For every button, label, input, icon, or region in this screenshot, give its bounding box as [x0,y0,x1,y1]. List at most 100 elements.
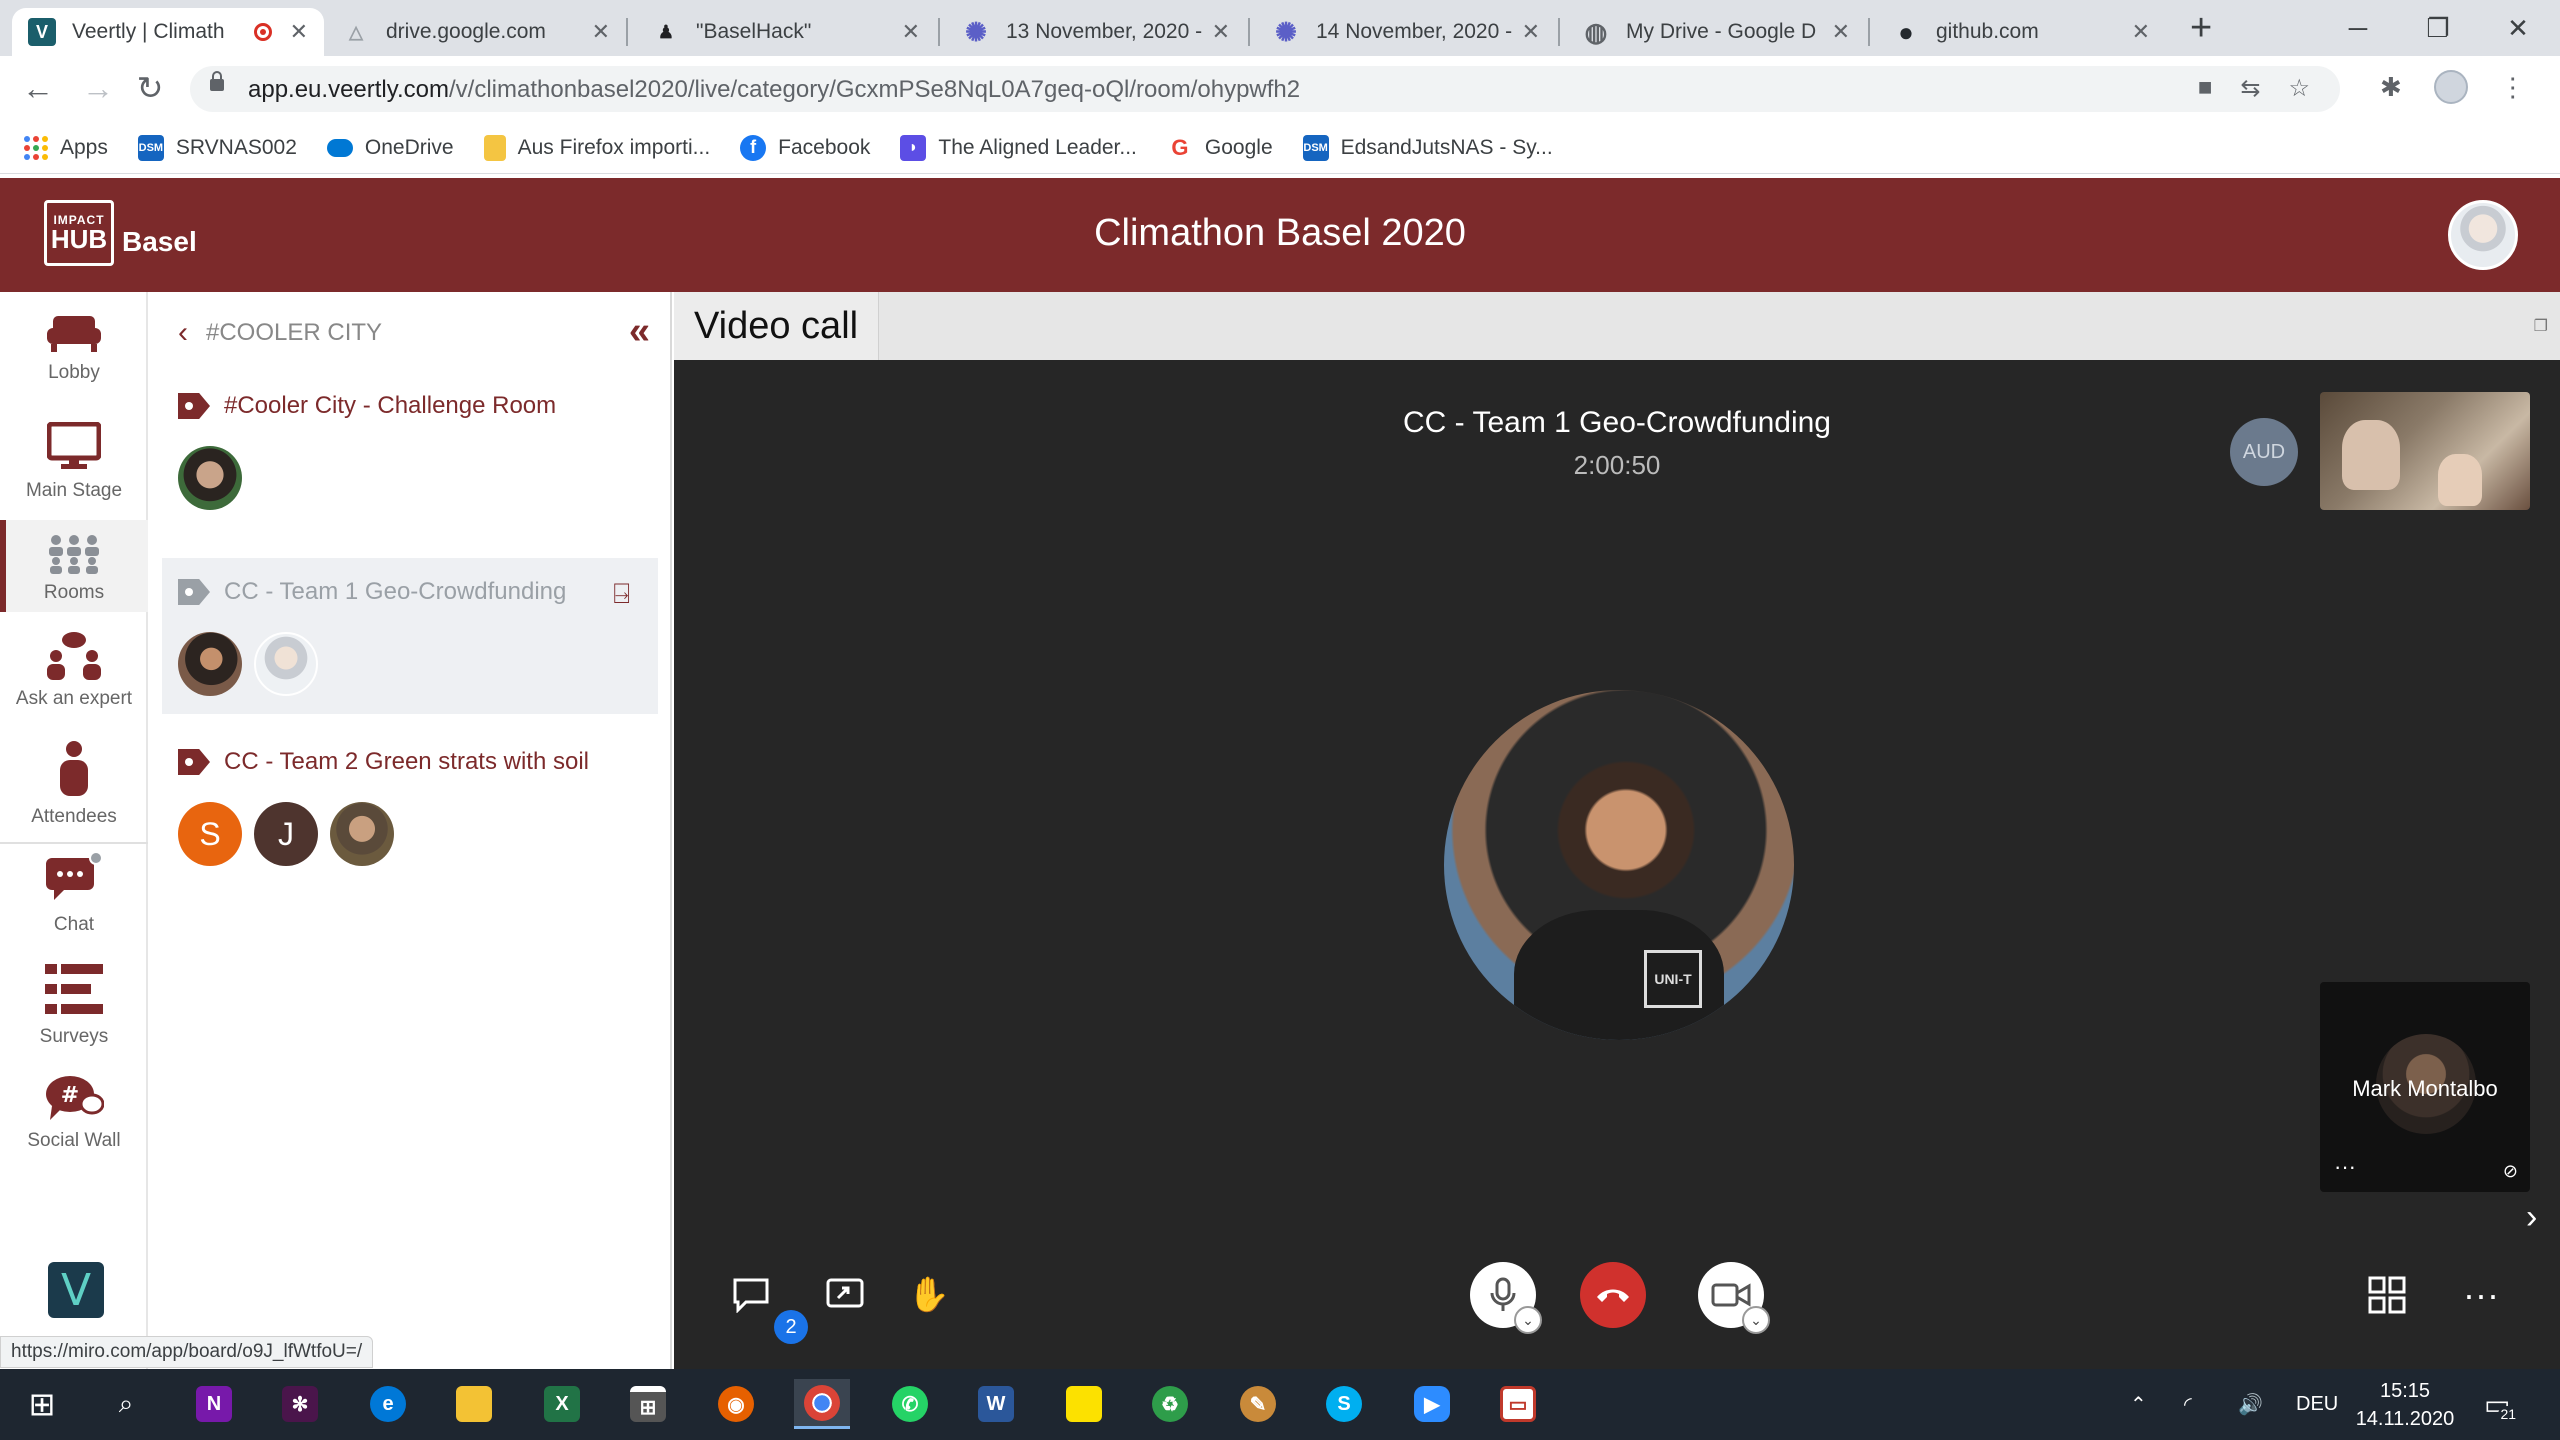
room-team-1-geo-crowdfunding[interactable]: CC - Team 1 Geo-Crowdfunding ⍈ [162,558,658,714]
browser-tab-github[interactable]: ● github.com ✕ [1876,8,2166,56]
onenote-icon[interactable]: N [186,1379,242,1429]
room-team-2-green-strats[interactable]: CC - Team 2 Green strats with soil S J [162,728,658,886]
audio-only-participant[interactable]: AUD [2230,418,2298,486]
close-tab-icon[interactable]: ✕ [290,19,308,45]
video-call-tab[interactable]: Video call [674,292,880,360]
translate-icon[interactable]: ⇆ [2240,74,2260,103]
address-bar[interactable]: app.eu.veertly.com/v/climathonbasel2020/… [190,66,2340,112]
nav-attendees[interactable]: Attendees [0,740,148,840]
notification-center-icon[interactable]: ▭ 21 [2484,1369,2519,1440]
bookmark-srvnas002[interactable]: DSM SRVNAS002 [137,134,297,161]
tile-view-button[interactable] [2362,1270,2412,1320]
wifi-icon[interactable]: ◜ [2184,1369,2192,1440]
slack-icon[interactable]: ✻ [272,1379,328,1429]
nav-surveys[interactable]: Surveys [0,964,148,1064]
zoom-icon[interactable]: ▶ [1404,1379,1460,1429]
local-participant-tile[interactable]: Mark Montalbo ··· ⊘ [2320,982,2530,1192]
participant-video-thumbnail[interactable] [2320,392,2530,510]
participant-avatar[interactable]: S [178,802,242,866]
screen-share-button[interactable] [820,1270,870,1320]
microphone-button[interactable]: ⌄ [1470,1262,1542,1334]
chevron-down-icon[interactable]: ⌄ [1514,1306,1542,1334]
tile-more-icon[interactable]: ··· [2334,1154,2356,1180]
hang-up-button[interactable] [1580,1262,1646,1328]
user-avatar[interactable] [2448,200,2518,270]
nav-rooms[interactable]: Rooms [0,520,148,612]
bookmark-firefox-imported[interactable]: Aus Firefox importi... [483,134,710,161]
maximize-icon[interactable]: ❐ [2534,316,2548,336]
chevron-right-icon[interactable]: › [2526,1198,2537,1237]
chevron-down-icon[interactable]: ⌄ [1742,1306,1770,1334]
back-arrow-icon[interactable]: ← [18,68,58,108]
more-options-button[interactable]: ··· [2456,1270,2506,1320]
file-explorer-icon[interactable] [446,1379,502,1429]
excel-icon[interactable]: X [534,1379,590,1429]
extensions-puzzle-icon[interactable]: ✱ [2380,72,2402,103]
participant-avatar[interactable] [178,446,242,510]
nav-chat[interactable]: Chat [0,852,148,952]
close-tab-icon[interactable]: ✕ [1832,19,1850,45]
camera-button[interactable]: ⌄ [1698,1262,1770,1334]
close-tab-icon[interactable]: ✕ [592,19,610,45]
leave-room-icon[interactable]: ⍈ [613,578,630,611]
chat-toggle-button[interactable] [726,1270,776,1320]
paint-icon[interactable]: ✎ [1230,1379,1286,1429]
volume-icon[interactable]: 🔊 [2238,1369,2263,1440]
bookmark-star-icon[interactable]: ☆ [2288,74,2310,103]
reload-icon[interactable]: ↻ [130,68,170,108]
nav-social-wall[interactable]: # Social Wall [0,1074,148,1174]
veertly-logo[interactable]: V [48,1262,104,1318]
close-tab-icon[interactable]: ✕ [1522,19,1540,45]
minimize-window-icon[interactable]: ─ [2318,0,2398,56]
bookmark-onedrive[interactable]: OneDrive [326,136,454,160]
whatsapp-icon[interactable]: ✆ [882,1379,938,1429]
bookmark-apps[interactable]: Apps [24,135,108,160]
chrome-icon[interactable] [794,1379,850,1429]
restore-window-icon[interactable]: ❐ [2398,0,2478,56]
close-tab-icon[interactable]: ✕ [1212,19,1230,45]
close-tab-icon[interactable]: ✕ [2132,19,2150,45]
forward-arrow-icon[interactable]: → [78,68,118,108]
raise-hand-button[interactable]: ✋ [904,1270,954,1320]
browser-tab-veertly[interactable]: V Veertly | Climath ✕ [12,8,324,56]
room-cooler-city-challenge[interactable]: #Cooler City - Challenge Room [162,372,658,530]
bookmark-aligned-leader[interactable]: ◗ The Aligned Leader... [900,134,1137,161]
firefox-icon[interactable]: ◉ [708,1379,764,1429]
word-icon[interactable]: W [968,1379,1024,1429]
participant-avatar[interactable] [254,632,318,696]
collapse-panel-icon[interactable]: « [629,310,650,353]
rooms-back-button[interactable]: ‹ #COOLER CITY [178,316,382,350]
profile-avatar[interactable] [2433,70,2468,104]
close-tab-icon[interactable]: ✕ [902,19,920,45]
microsoft-store-icon[interactable]: ⊞ [620,1379,676,1429]
close-window-icon[interactable]: ✕ [2478,0,2558,56]
bookmark-edsandjutsnas[interactable]: DSM EdsandJutsNAS - Sy... [1302,134,1553,161]
browser-tab-14-november[interactable]: ✺ 14 November, 2020 - ✕ [1256,8,1556,56]
skype-icon[interactable]: S [1316,1379,1372,1429]
browser-tab-drive[interactable]: △ drive.google.com ✕ [326,8,626,56]
windows-start-icon[interactable]: ⊞ [14,1379,70,1429]
recycle-app-icon[interactable]: ♻ [1142,1379,1198,1429]
nav-main-stage[interactable]: Main Stage [0,422,148,522]
pdf-app-icon[interactable]: ▭ [1490,1379,1546,1429]
show-hidden-icons[interactable]: ⌃ [2130,1369,2147,1440]
nav-lobby[interactable]: Lobby [0,312,148,408]
bookmark-google[interactable]: G Google [1166,134,1273,161]
input-language[interactable]: DEU [2296,1369,2338,1440]
sticky-notes-icon[interactable] [1056,1379,1112,1429]
browser-tab-my-drive[interactable]: ◍ My Drive - Google D ✕ [1566,8,1866,56]
camera-permission-icon[interactable]: ■ [2198,74,2213,103]
browser-tab-baselhack[interactable]: ♟ "BaselHack" ✕ [636,8,936,56]
participant-avatar[interactable] [178,632,242,696]
search-icon[interactable]: ⌕ [98,1379,154,1429]
system-clock[interactable]: 15:15 14.11.2020 [2350,1377,2460,1433]
edge-icon[interactable]: e [360,1379,416,1429]
browser-tab-13-november[interactable]: ✺ 13 November, 2020 - ✕ [946,8,1246,56]
chrome-menu-icon[interactable]: ⋮ [2500,72,2526,103]
participant-avatar[interactable]: J [254,802,318,866]
bookmark-facebook[interactable]: f Facebook [740,134,870,161]
new-tab-button[interactable]: + [2190,8,2212,48]
nav-ask-an-expert[interactable]: Ask an expert [0,632,148,732]
participant-avatar[interactable] [330,802,394,866]
baselhack-favicon-icon: ♟ [657,21,675,42]
